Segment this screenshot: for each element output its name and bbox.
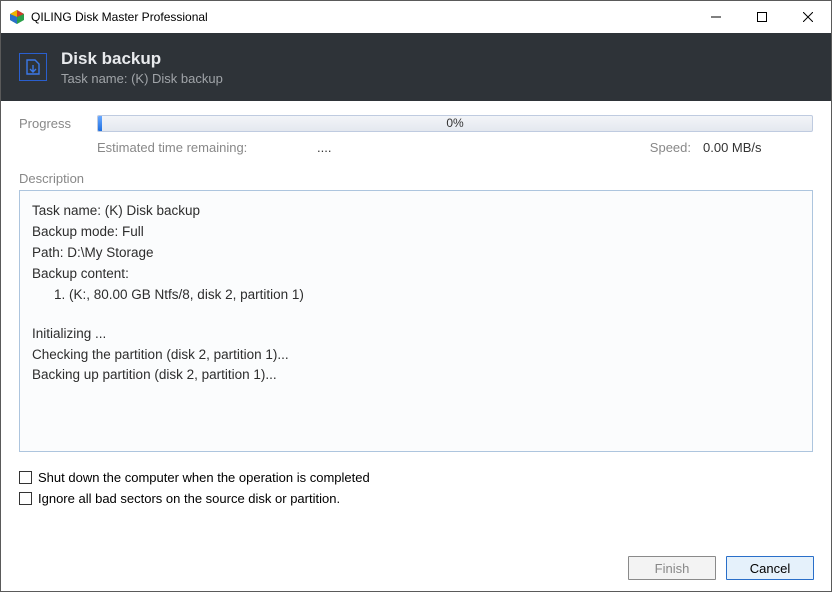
close-button[interactable] [785, 1, 831, 33]
finish-button[interactable]: Finish [628, 556, 716, 580]
ignore-label: Ignore all bad sectors on the source dis… [38, 491, 340, 506]
shutdown-checkbox[interactable]: Shut down the computer when the operatio… [19, 470, 813, 485]
checkbox-icon [19, 471, 32, 484]
description-box: Task name: (K) Disk backup Backup mode: … [19, 190, 813, 452]
desc-path: Path: D:\My Storage [32, 243, 800, 264]
shutdown-label: Shut down the computer when the operatio… [38, 470, 370, 485]
backup-icon [19, 53, 47, 81]
header-text: Disk backup Task name: (K) Disk backup [61, 49, 223, 86]
desc-content-header: Backup content: [32, 264, 800, 285]
desc-check: Checking the partition (disk 2, partitio… [32, 345, 800, 366]
window-controls [693, 1, 831, 33]
header-band: Disk backup Task name: (K) Disk backup [1, 33, 831, 101]
maximize-button[interactable] [739, 1, 785, 33]
speed-value: 0.00 MB/s [703, 140, 813, 155]
window-title: QILING Disk Master Professional [31, 10, 693, 24]
progress-bar: 0% [97, 115, 813, 132]
etr-label: Estimated time remaining: [97, 140, 317, 155]
content: Progress 0% Estimated time remaining: ..… [1, 101, 831, 524]
cancel-button[interactable]: Cancel [726, 556, 814, 580]
ignore-bad-sectors-checkbox[interactable]: Ignore all bad sectors on the source dis… [19, 491, 813, 506]
checkbox-icon [19, 492, 32, 505]
page-subtitle: Task name: (K) Disk backup [61, 71, 223, 86]
desc-task: Task name: (K) Disk backup [32, 201, 800, 222]
options: Shut down the computer when the operatio… [19, 470, 813, 506]
desc-content-item: 1. (K:, 80.00 GB Ntfs/8, disk 2, partiti… [32, 285, 800, 306]
page-title: Disk backup [61, 49, 223, 69]
desc-mode: Backup mode: Full [32, 222, 800, 243]
app-icon [9, 9, 25, 25]
desc-init: Initializing ... [32, 324, 800, 345]
desc-backing: Backing up partition (disk 2, partition … [32, 365, 800, 386]
etr-value: .... [317, 140, 331, 155]
speed-label: Speed: [650, 140, 691, 155]
description-label: Description [19, 171, 813, 186]
minimize-button[interactable] [693, 1, 739, 33]
footer-buttons: Finish Cancel [628, 556, 814, 580]
titlebar: QILING Disk Master Professional [1, 1, 831, 33]
progress-percent: 0% [98, 116, 812, 131]
progress-label: Progress [19, 116, 97, 131]
